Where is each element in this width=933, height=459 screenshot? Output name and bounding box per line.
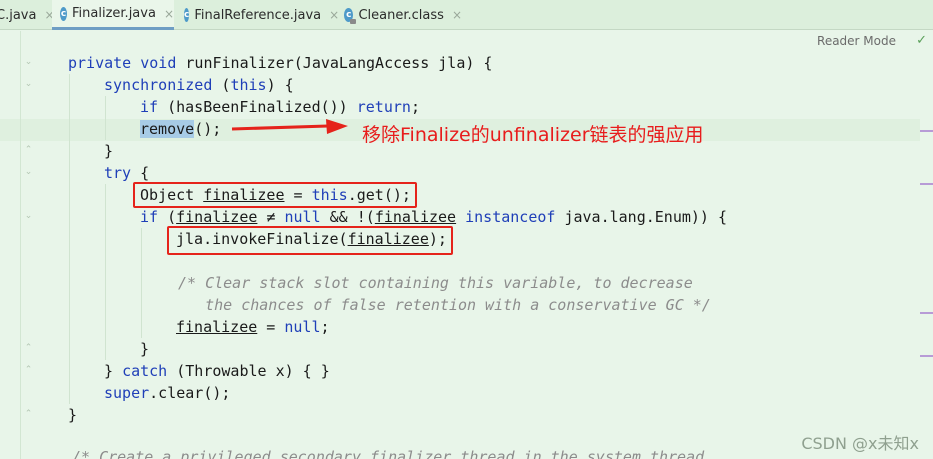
tab-c-java[interactable]: C.java ×	[0, 0, 55, 30]
tab-finalizer-java[interactable]: c Finalizer.java ×	[52, 0, 174, 30]
tab-label: FinalReference.java	[194, 7, 322, 23]
fold-icon[interactable]: ⌄	[24, 167, 33, 178]
fold-icon[interactable]: ⌄	[24, 211, 33, 222]
code-line: try {	[104, 164, 150, 182]
indent-guide	[69, 74, 70, 404]
code-line: if (hasBeenFinalized()) return;	[140, 98, 420, 116]
code-line: remove();	[140, 120, 222, 138]
class-icon: c	[184, 8, 190, 22]
annotation-text: 移除Finalize的unfinalizer链表的强应用	[362, 124, 704, 146]
scrollbar-marker[interactable]	[920, 183, 933, 185]
code-line: synchronized (this) {	[104, 76, 294, 94]
scrollbar-marker[interactable]	[920, 312, 933, 314]
fold-icon[interactable]: ⌃	[24, 365, 33, 376]
code-line: super.clear();	[104, 384, 231, 402]
tab-label: C.java	[0, 7, 37, 23]
code-line: private void runFinalizer(JavaLangAccess…	[68, 54, 493, 72]
class-icon: c	[60, 6, 68, 21]
indent-guide	[105, 96, 106, 140]
highlight-box-object-finalizee	[133, 182, 417, 208]
tab-cleaner-class[interactable]: c Cleaner.class ×	[336, 0, 462, 30]
tab-finalreference-java[interactable]: c FinalReference.java ×	[176, 0, 339, 30]
code-line: }	[68, 406, 78, 424]
watermark: CSDN @x未知x	[801, 434, 919, 453]
tab-label: Finalizer.java	[72, 6, 156, 21]
tab-label: Cleaner.class	[358, 7, 444, 23]
editor-tab-bar: C.java × c Finalizer.java × c FinalRefer…	[0, 0, 933, 30]
fold-icon[interactable]: ⌃	[24, 409, 33, 420]
reader-mode-button[interactable]: Reader Mode	[817, 34, 896, 48]
code-comment: /* Create a privileged secondary finaliz…	[72, 448, 705, 459]
gutter-divider	[20, 31, 21, 459]
scrollbar-marker[interactable]	[920, 130, 933, 132]
fold-icon[interactable]: ⌃	[24, 145, 33, 156]
code-line: finalizee = null;	[176, 318, 330, 336]
code-line: if (finalizee ≠ null && !(finalizee inst…	[140, 208, 728, 226]
close-icon[interactable]: ×	[164, 7, 174, 21]
annotation-arrow-icon	[231, 119, 348, 134]
locked-class-icon: c	[344, 8, 358, 24]
close-icon[interactable]: ×	[452, 8, 462, 22]
code-comment: /* Clear stack slot containing this vari…	[178, 274, 693, 292]
indent-guide	[141, 228, 142, 338]
code-line: }	[140, 340, 150, 358]
selected-text: remove	[140, 120, 195, 138]
scrollbar-marker[interactable]	[920, 355, 933, 357]
code-line: }	[104, 142, 114, 160]
highlight-box-invoke-finalize	[167, 226, 453, 255]
fold-icon[interactable]: ⌃	[24, 343, 33, 354]
check-icon[interactable]: ✓	[916, 33, 927, 48]
indent-guide	[105, 184, 106, 360]
code-line: } catch (Throwable x) { }	[104, 362, 330, 380]
fold-icon[interactable]: ⌄	[24, 79, 33, 90]
fold-icon[interactable]: ⌄	[24, 57, 33, 68]
code-comment: the chances of false retention with a co…	[178, 296, 711, 314]
